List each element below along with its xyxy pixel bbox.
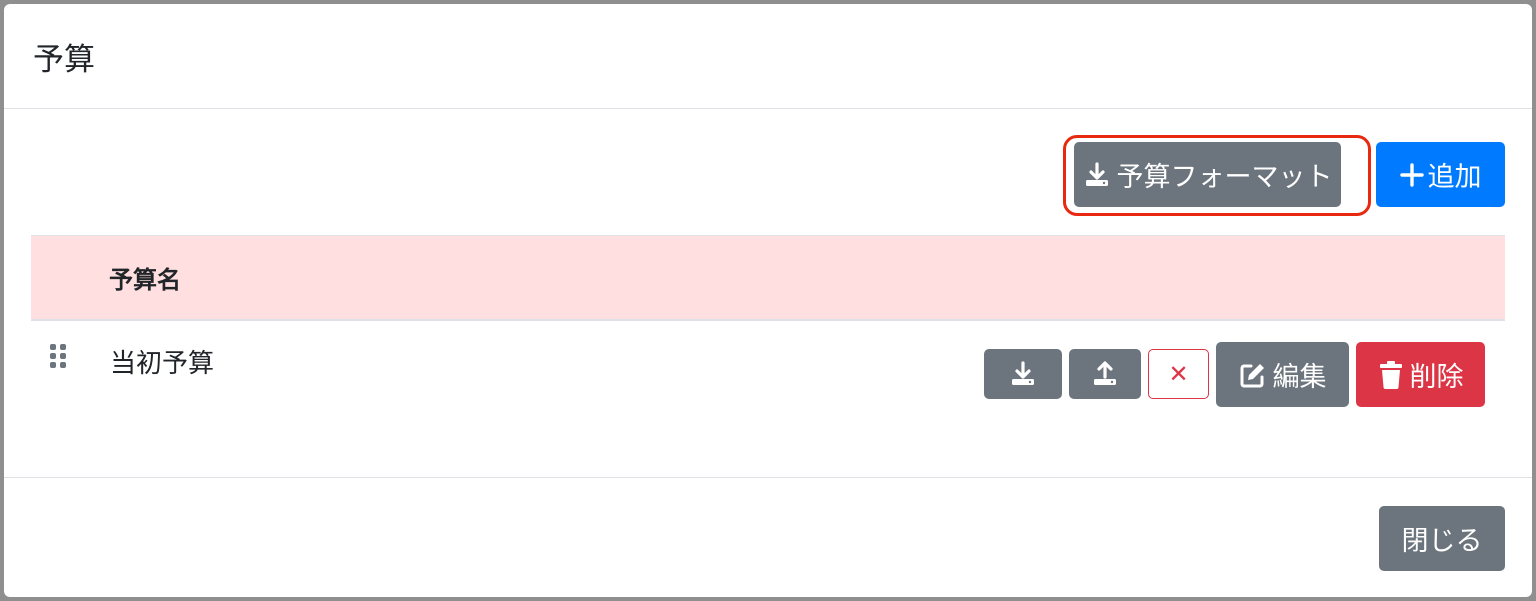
download-icon — [1083, 161, 1111, 189]
trash-icon — [1378, 360, 1404, 389]
drag-handle-icon[interactable] — [49, 343, 67, 373]
upload-icon — [1091, 360, 1119, 388]
edit-button-label: 編集 — [1272, 362, 1327, 393]
delete-button[interactable]: 削除 — [1356, 342, 1485, 407]
modal-footer: 閉じる — [4, 478, 1532, 596]
modal-body: 予算フォーマット 追加 予算名 当初予算 ✕ 編集 削除 — [4, 109, 1532, 478]
modal-header: 予算 — [4, 4, 1532, 109]
close-button-label: 閉じる — [1401, 526, 1483, 557]
add-button[interactable]: 追加 — [1376, 142, 1505, 207]
edit-icon — [1239, 361, 1267, 389]
budget-name-cell: 当初予算 — [110, 349, 215, 379]
download-icon — [1009, 360, 1037, 388]
table-header-row: 予算名 — [31, 235, 1505, 321]
delete-button-label: 削除 — [1409, 362, 1464, 393]
close-button[interactable]: 閉じる — [1379, 506, 1505, 571]
row-remove-button[interactable]: ✕ — [1148, 349, 1209, 399]
column-header-budget-name: 予算名 — [109, 266, 181, 294]
row-download-button[interactable] — [984, 349, 1062, 399]
row-upload-button[interactable] — [1069, 349, 1141, 399]
budget-format-label: 予算フォーマット — [1116, 162, 1333, 193]
close-icon: ✕ — [1168, 360, 1189, 388]
edit-button[interactable]: 編集 — [1216, 342, 1349, 407]
budget-format-download-button[interactable]: 予算フォーマット — [1074, 142, 1341, 207]
add-button-label: 追加 — [1427, 162, 1482, 193]
modal-title: 予算 — [33, 41, 95, 78]
plus-icon — [1399, 162, 1424, 187]
budget-modal: 予算 予算フォーマット 追加 予算名 当初予算 ✕ 編集 削除 閉じる — [4, 4, 1532, 597]
